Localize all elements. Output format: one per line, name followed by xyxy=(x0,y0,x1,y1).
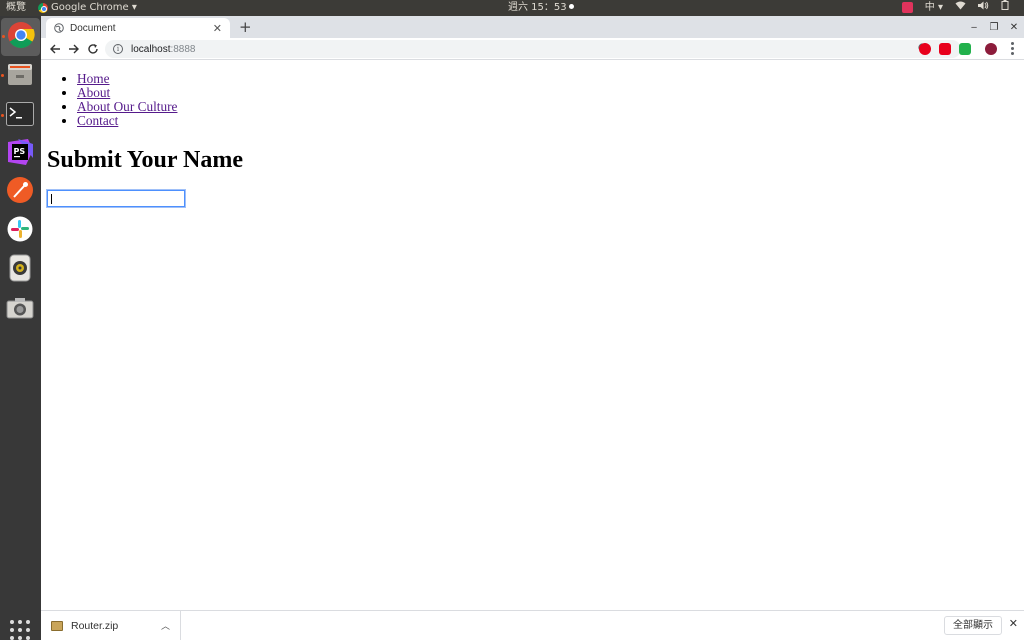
notification-dot-icon xyxy=(568,4,574,9)
nav-link-about-our-culture[interactable]: About Our Culture xyxy=(77,99,177,114)
dock-screenshot[interactable] xyxy=(4,294,36,326)
close-window-button[interactable]: ✕ xyxy=(1004,22,1024,33)
slack-icon xyxy=(7,216,33,246)
dock-terminal[interactable] xyxy=(1,100,36,132)
nav-item: Contact xyxy=(77,114,177,128)
dock: PS xyxy=(0,16,41,640)
phpstorm-icon: PS xyxy=(6,138,34,170)
files-icon xyxy=(7,61,33,91)
download-file-name: Router.zip xyxy=(71,619,119,632)
clock-label: 週六 15：53 xyxy=(508,2,567,13)
dock-postman[interactable] xyxy=(4,176,36,208)
dock-chrome[interactable] xyxy=(1,18,40,56)
download-shelf: Router.zip ︿ 全部顯示 ✕ xyxy=(41,610,1024,640)
download-item[interactable]: Router.zip ︿ xyxy=(41,611,181,640)
power-icon[interactable] xyxy=(1001,0,1010,16)
wifi-icon[interactable] xyxy=(955,0,966,16)
minimize-button[interactable]: ‒ xyxy=(964,22,984,33)
postman-icon xyxy=(6,176,34,208)
screenshot-icon xyxy=(6,297,34,323)
page-content: Home About About Our Culture Contact Sub… xyxy=(41,61,1024,610)
app-menu[interactable]: Google Chrome ▾ xyxy=(38,0,137,16)
page-title: Submit Your Name xyxy=(47,147,244,173)
running-indicator-icon xyxy=(1,74,4,77)
chevron-up-icon[interactable]: ︿ xyxy=(161,619,170,632)
clock[interactable]: 週六 15：53 xyxy=(508,0,574,16)
nav-item: About xyxy=(77,86,177,100)
text-caret xyxy=(51,194,52,204)
window-controls: ‒ ❐ ✕ xyxy=(964,16,1024,38)
zip-file-icon xyxy=(51,620,63,631)
forward-arrow-icon xyxy=(69,44,79,54)
forward-button[interactable] xyxy=(66,41,82,57)
running-indicator-icon xyxy=(2,35,5,38)
extension-red-icon[interactable] xyxy=(919,43,931,55)
rhythmbox-icon xyxy=(9,254,31,286)
nav-link-home[interactable]: Home xyxy=(77,71,110,86)
app-menu-label: Google Chrome ▾ xyxy=(51,2,137,13)
tab-title: Document xyxy=(70,22,116,34)
tray-app-icon[interactable] xyxy=(901,0,913,16)
nav-list: Home About About Our Culture Contact xyxy=(77,72,177,128)
profile-avatar[interactable] xyxy=(985,43,997,55)
dock-rhythmbox[interactable] xyxy=(4,254,36,286)
site-info-icon[interactable]: i xyxy=(113,44,123,54)
volume-icon[interactable] xyxy=(978,0,989,16)
tab-document[interactable]: Document ✕ xyxy=(46,18,230,38)
nav-item: Home xyxy=(77,72,177,86)
chrome-menu-icon[interactable] xyxy=(1011,42,1014,55)
dock-files[interactable] xyxy=(1,60,36,92)
activities-button[interactable]: 概覽 xyxy=(6,0,26,16)
tab-close-icon[interactable]: ✕ xyxy=(213,22,222,35)
nav-link-about[interactable]: About xyxy=(77,85,110,100)
tab-strip: Document ✕ + ‒ ❐ ✕ xyxy=(41,16,1024,38)
back-button[interactable] xyxy=(47,41,63,57)
show-all-downloads-button[interactable]: 全部顯示 xyxy=(944,616,1002,635)
name-input[interactable] xyxy=(46,189,186,208)
nav-link-contact[interactable]: Contact xyxy=(77,113,118,128)
chrome-small-icon xyxy=(38,3,48,13)
extension-green-icon[interactable] xyxy=(959,43,971,55)
address-bar[interactable]: i localhost:8888 ★ xyxy=(105,40,961,58)
terminal-icon xyxy=(6,102,34,130)
globe-icon xyxy=(54,23,64,33)
reload-icon xyxy=(88,44,98,54)
running-indicator-icon xyxy=(1,114,4,117)
system-top-bar: 概覽 Google Chrome ▾ 週六 15：53 中 ▾ xyxy=(0,0,1024,16)
nav-item: About Our Culture xyxy=(77,100,177,114)
svg-text:PS: PS xyxy=(14,147,26,156)
close-shelf-icon[interactable]: ✕ xyxy=(1009,617,1018,630)
system-tray[interactable]: 中 ▾ xyxy=(901,0,1010,16)
dock-slack[interactable] xyxy=(4,215,36,247)
show-applications-icon[interactable] xyxy=(10,620,30,640)
browser-toolbar: i localhost:8888 ★ xyxy=(41,38,1024,60)
reload-button[interactable] xyxy=(85,41,101,57)
dock-phpstorm[interactable]: PS xyxy=(4,138,36,170)
extension-youtube-icon[interactable] xyxy=(939,43,951,55)
restore-button[interactable]: ❐ xyxy=(984,22,1004,33)
input-method-indicator[interactable]: 中 ▾ xyxy=(925,0,943,16)
url-host: localhost xyxy=(131,43,171,55)
url-port: :8888 xyxy=(170,43,196,55)
new-tab-button[interactable]: + xyxy=(239,17,252,37)
chrome-icon xyxy=(7,21,35,53)
back-arrow-icon xyxy=(50,44,60,54)
